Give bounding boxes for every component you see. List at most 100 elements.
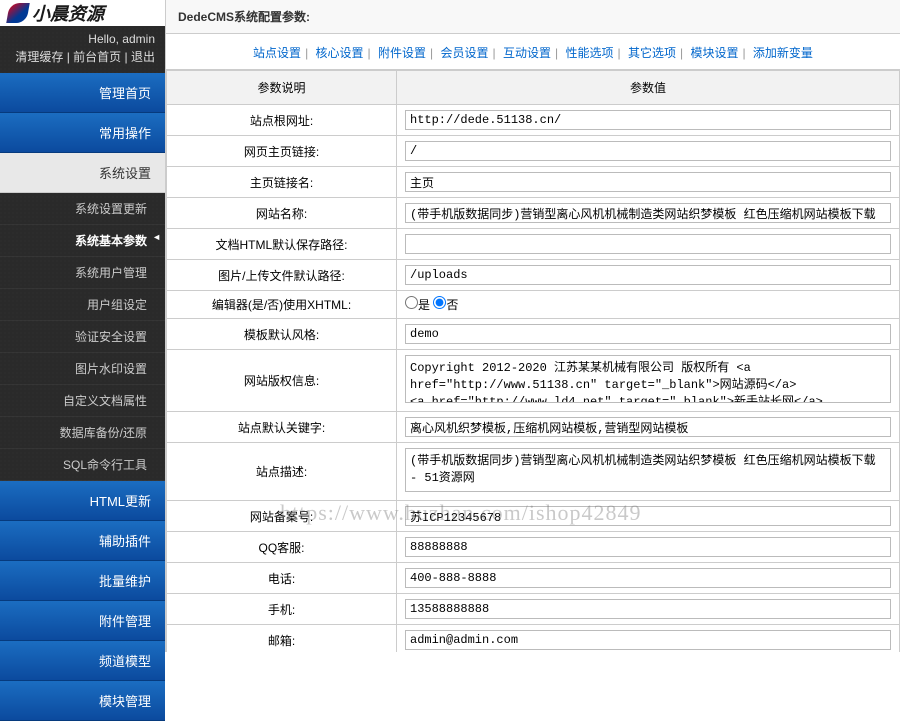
submenu-sql-cli[interactable]: SQL命令行工具 <box>0 449 165 481</box>
param-value-cell <box>397 625 900 653</box>
table-row: 网页主页链接: <box>167 136 900 167</box>
param-value-cell <box>397 594 900 625</box>
col-value: 参数值 <box>397 71 900 105</box>
menu-attachments[interactable]: 附件管理 <box>0 601 165 641</box>
menu-channel-model[interactable]: 频道模型 <box>0 641 165 681</box>
param-input[interactable] <box>405 324 891 344</box>
param-input[interactable] <box>405 110 891 130</box>
tab-other[interactable]: 其它选项 <box>628 46 676 60</box>
table-row: 图片/上传文件默认路径: <box>167 260 900 291</box>
tab-performance[interactable]: 性能选项 <box>565 46 613 60</box>
param-textarea[interactable] <box>405 448 891 492</box>
logo-text: 小晨资源 <box>32 0 104 26</box>
menu-admin-home[interactable]: 管理首页 <box>0 73 165 113</box>
submenu-usergroup[interactable]: 用户组设定 <box>0 289 165 321</box>
param-label: 站点描述: <box>167 443 397 501</box>
user-actions: 清理缓存 | 前台首页 | 退出 <box>0 48 165 73</box>
param-value-cell <box>397 229 900 260</box>
logout-link[interactable]: 退出 <box>131 50 155 64</box>
radio-yes[interactable]: 是 <box>405 299 430 313</box>
sidebar: 小晨资源 Hello, admin 清理缓存 | 前台首页 | 退出 管理首页 … <box>0 0 165 652</box>
param-input[interactable] <box>405 630 891 650</box>
param-label: 网站版权信息: <box>167 350 397 412</box>
param-label: 站点根网址: <box>167 105 397 136</box>
param-input[interactable] <box>405 172 891 192</box>
param-input[interactable] <box>405 417 891 437</box>
submenu-security[interactable]: 验证安全设置 <box>0 321 165 353</box>
menu-batch[interactable]: 批量维护 <box>0 561 165 601</box>
param-label: 电话: <box>167 563 397 594</box>
tab-core[interactable]: 核心设置 <box>316 46 364 60</box>
tab-attachment[interactable]: 附件设置 <box>378 46 426 60</box>
param-value-cell <box>397 501 900 532</box>
param-value-cell <box>397 443 900 501</box>
param-value-cell: 是 否 <box>397 291 900 319</box>
param-label: 网站名称: <box>167 198 397 229</box>
table-row: 网站备案号: <box>167 501 900 532</box>
table-row: 模板默认风格: <box>167 319 900 350</box>
radio-group: 是 否 <box>405 298 458 312</box>
param-value-cell <box>397 350 900 412</box>
param-value-cell <box>397 260 900 291</box>
param-input[interactable] <box>405 265 891 285</box>
submenu-custom-attr[interactable]: 自定义文档属性 <box>0 385 165 417</box>
param-input[interactable] <box>405 568 891 588</box>
param-input[interactable] <box>405 234 891 254</box>
param-value-cell <box>397 167 900 198</box>
submenu-user-mgmt[interactable]: 系统用户管理 <box>0 257 165 289</box>
param-label: 邮箱: <box>167 625 397 653</box>
config-table: 参数说明 参数值 站点根网址:网页主页链接:主页链接名:网站名称:文档HTML默… <box>166 70 900 652</box>
table-row: 邮箱: <box>167 625 900 653</box>
param-value-cell <box>397 563 900 594</box>
param-input[interactable] <box>405 537 891 557</box>
submenu-db-backup[interactable]: 数据库备份/还原 <box>0 417 165 449</box>
col-label: 参数说明 <box>167 71 397 105</box>
param-label: 图片/上传文件默认路径: <box>167 260 397 291</box>
tab-site[interactable]: 站点设置 <box>253 46 301 60</box>
param-value-cell <box>397 412 900 443</box>
param-value-cell <box>397 319 900 350</box>
param-label: 手机: <box>167 594 397 625</box>
param-input[interactable] <box>405 599 891 619</box>
submenu: 系统设置更新 系统基本参数 系统用户管理 用户组设定 验证安全设置 图片水印设置… <box>0 193 165 481</box>
page-title: DedeCMS系统配置参数: <box>166 0 900 34</box>
param-input[interactable] <box>405 506 891 526</box>
param-value-cell <box>397 136 900 167</box>
param-value-cell <box>397 532 900 563</box>
table-row: 网站名称: <box>167 198 900 229</box>
main-content: DedeCMS系统配置参数: 站点设置| 核心设置| 附件设置| 会员设置| 互… <box>165 0 900 652</box>
param-label: 网页主页链接: <box>167 136 397 167</box>
menu-plugins[interactable]: 辅助插件 <box>0 521 165 561</box>
table-row: QQ客服: <box>167 532 900 563</box>
radio-no[interactable]: 否 <box>433 299 458 313</box>
table-row: 站点根网址: <box>167 105 900 136</box>
menu-system-settings[interactable]: 系统设置 <box>0 153 165 193</box>
submenu-system-update[interactable]: 系统设置更新 <box>0 193 165 225</box>
table-row: 编辑器(是/否)使用XHTML: 是 否 <box>167 291 900 319</box>
tab-member[interactable]: 会员设置 <box>441 46 489 60</box>
param-label: 编辑器(是/否)使用XHTML: <box>167 291 397 319</box>
param-input[interactable] <box>405 203 891 223</box>
tab-bar: 站点设置| 核心设置| 附件设置| 会员设置| 互动设置| 性能选项| 其它选项… <box>166 34 900 70</box>
user-greeting: Hello, admin <box>0 26 165 48</box>
table-row: 文档HTML默认保存路径: <box>167 229 900 260</box>
frontend-home-link[interactable]: 前台首页 <box>73 50 121 64</box>
tab-module[interactable]: 模块设置 <box>690 46 738 60</box>
tab-add-var[interactable]: 添加新变量 <box>753 46 813 60</box>
param-label: 模板默认风格: <box>167 319 397 350</box>
tab-interact[interactable]: 互动设置 <box>503 46 551 60</box>
table-row: 主页链接名: <box>167 167 900 198</box>
param-label: 站点默认关键字: <box>167 412 397 443</box>
submenu-basic-params[interactable]: 系统基本参数 <box>0 225 165 257</box>
menu-common-ops[interactable]: 常用操作 <box>0 113 165 153</box>
param-textarea[interactable] <box>405 355 891 403</box>
logo-icon <box>6 3 30 23</box>
param-label: QQ客服: <box>167 532 397 563</box>
submenu-watermark[interactable]: 图片水印设置 <box>0 353 165 385</box>
clear-cache-link[interactable]: 清理缓存 <box>15 50 63 64</box>
param-input[interactable] <box>405 141 891 161</box>
table-row: 网站版权信息: <box>167 350 900 412</box>
menu-html-update[interactable]: HTML更新 <box>0 481 165 521</box>
menu-module-mgmt[interactable]: 模块管理 <box>0 681 165 721</box>
param-label: 文档HTML默认保存路径: <box>167 229 397 260</box>
